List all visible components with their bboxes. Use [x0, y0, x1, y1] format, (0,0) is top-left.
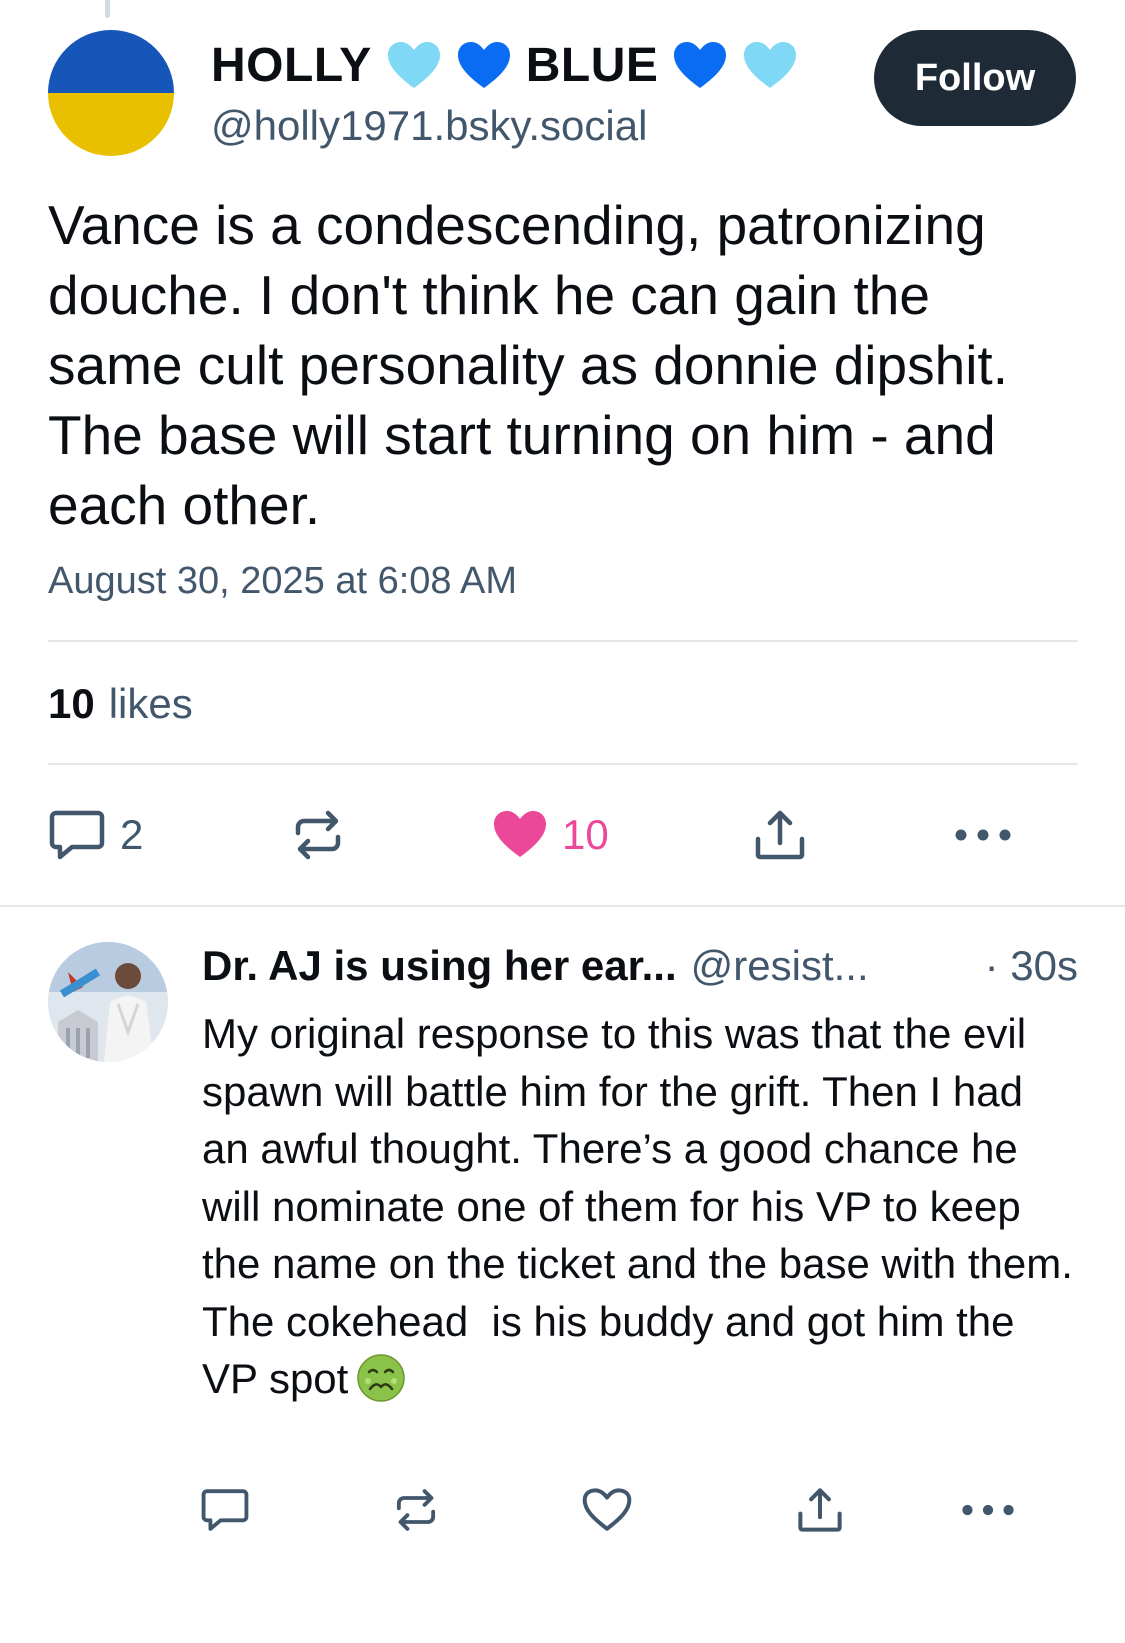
like-count: 10 [562, 811, 609, 858]
avatar-flag-yellow [48, 93, 174, 156]
more-icon [955, 829, 1011, 841]
repost-button[interactable] [288, 800, 348, 870]
light-blue-heart-icon [387, 41, 440, 88]
more-options-button[interactable] [953, 800, 1013, 870]
divider [48, 763, 1078, 765]
comment-icon [49, 810, 105, 860]
post-text: Vance is a condescending, patronizing do… [48, 194, 1023, 536]
more-icon [962, 1504, 1014, 1516]
reply-text: My original response to this was that th… [202, 1005, 1078, 1408]
likes-summary[interactable]: 10 likes [48, 680, 193, 728]
likes-count: 10 [48, 680, 95, 727]
avatar-image [48, 942, 168, 1062]
follow-button[interactable]: Follow [874, 30, 1076, 126]
heart-outline-icon [582, 1488, 632, 1531]
share-icon [755, 810, 805, 860]
reply-author-name[interactable]: Dr. AJ is using her ear... [202, 942, 677, 990]
comment-icon [201, 1489, 249, 1531]
reply-actions [0, 1475, 1125, 1545]
author-name-second: BLUE [525, 39, 659, 92]
like-button[interactable] [582, 1475, 632, 1545]
blue-heart-icon [457, 41, 510, 88]
reply-timestamp[interactable]: · 30s [985, 942, 1078, 990]
nauseated-face-icon [357, 1354, 406, 1402]
post-header: HOLLY BLUE @holly1971.bsky.social Follow [48, 30, 1078, 160]
reply-author-handle[interactable]: @resist... [691, 942, 869, 990]
reply-button[interactable] [200, 1475, 250, 1545]
avatar-flag-blue [48, 30, 174, 93]
section-separator [0, 905, 1125, 907]
share-icon [798, 1488, 842, 1532]
divider [48, 640, 1078, 642]
likes-label: likes [108, 680, 193, 727]
reply-count: 2 [120, 811, 144, 858]
blue-heart-icon [674, 41, 727, 88]
author-name-first: HOLLY [211, 39, 372, 92]
repost-icon [396, 1489, 436, 1531]
repost-button[interactable] [390, 1475, 442, 1545]
post-actions: 2 10 [48, 800, 1078, 870]
heart-filled-icon [494, 811, 546, 857]
repost-icon [295, 810, 341, 860]
reply-text-body: My original response to this was that th… [202, 1010, 1084, 1402]
author-handle[interactable]: @holly1971.bsky.social [211, 102, 647, 150]
reply-button[interactable]: 2 [48, 800, 143, 870]
avatar[interactable] [48, 942, 168, 1062]
share-button[interactable] [752, 800, 808, 870]
avatar[interactable] [48, 30, 174, 156]
like-button[interactable]: 10 [492, 800, 609, 870]
more-options-button[interactable] [960, 1475, 1016, 1545]
post-date: August 30, 2025 at 6:08 AM [48, 560, 518, 602]
share-button[interactable] [795, 1475, 845, 1545]
light-blue-heart-icon [744, 41, 797, 88]
author-name[interactable]: HOLLY BLUE [211, 38, 798, 93]
reply-header: Dr. AJ is using her ear... @resist... · … [202, 942, 1078, 1002]
thread-line [105, 0, 110, 18]
